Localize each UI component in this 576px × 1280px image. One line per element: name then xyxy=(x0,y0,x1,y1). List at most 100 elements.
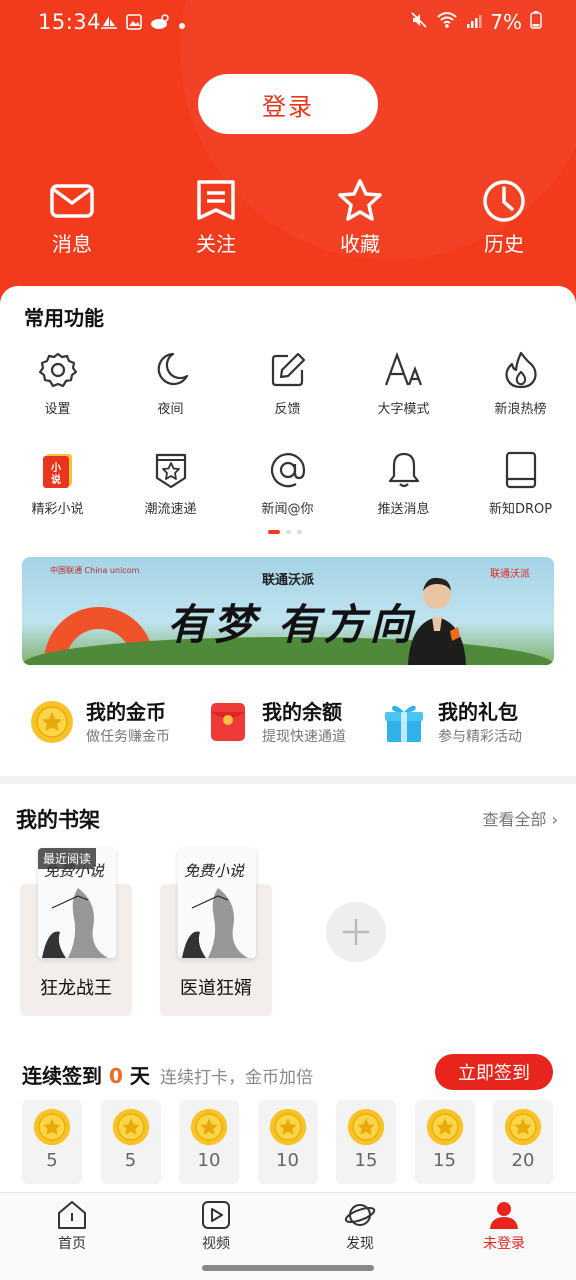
recent-read-badge: 最近阅读 xyxy=(38,848,97,869)
action-label: 收藏 xyxy=(340,232,380,256)
bookshelf-title: 我的书架 xyxy=(16,808,100,832)
book-name: 医道狂婿 xyxy=(180,978,252,999)
func-hot-list[interactable]: 新浪热榜 xyxy=(463,350,576,417)
wallet-subtitle: 参与精彩活动 xyxy=(438,729,522,745)
font-size-icon xyxy=(384,350,424,390)
action-label: 关注 xyxy=(196,232,236,256)
signin-days: 0 xyxy=(108,1064,123,1088)
func-label: 设置 xyxy=(44,402,71,417)
view-all-link[interactable]: 查看全部 › xyxy=(482,806,558,830)
promo-banner[interactable]: 中国联通 China unicom 联通沃派 联通沃派 有梦 有方向 xyxy=(22,557,554,665)
svg-text:说: 说 xyxy=(51,473,61,486)
nav-label: 视频 xyxy=(202,1236,230,1252)
novel-book-icon: 小说 xyxy=(38,450,78,490)
wifi-icon xyxy=(436,10,458,34)
signin-reward-value: 15 xyxy=(354,1150,378,1171)
page-indicator xyxy=(268,530,302,534)
clock-icon xyxy=(481,178,527,224)
bookshelf-card: 我的书架 查看全部 › 免费小说 最近阅读 狂龙战王 免费小说 医道狂婿 连续签… xyxy=(0,784,576,1192)
nav-video[interactable]: 视频 xyxy=(176,1199,256,1253)
action-favorites[interactable]: 收藏 xyxy=(310,178,410,257)
status-bar: 15:34 7% xyxy=(0,0,576,48)
cover-text: 免费小说 xyxy=(184,862,245,880)
home-icon xyxy=(56,1199,88,1231)
flame-icon xyxy=(501,350,541,390)
func-label: 推送消息 xyxy=(377,502,430,517)
nav-label: 未登录 xyxy=(483,1236,525,1252)
action-history[interactable]: 历史 xyxy=(454,178,554,257)
nav-home[interactable]: 首页 xyxy=(32,1199,112,1253)
func-drop[interactable]: 新知DROP xyxy=(463,450,576,517)
signin-day: 15 xyxy=(336,1100,396,1184)
bookmark-list-icon xyxy=(193,178,239,224)
action-follow[interactable]: 关注 xyxy=(166,178,266,257)
user-icon xyxy=(488,1199,520,1231)
banner-title: 有梦 有方向 xyxy=(167,600,416,649)
page-dot xyxy=(286,530,291,534)
func-night-mode[interactable]: 夜间 xyxy=(113,350,228,417)
view-all-label: 查看全部 xyxy=(482,810,547,829)
signin-note: 连续打卡，金币加倍 xyxy=(160,1068,313,1088)
func-label: 新知DROP xyxy=(488,502,553,517)
action-label: 消息 xyxy=(52,232,92,256)
signin-reward-value: 10 xyxy=(276,1150,299,1171)
signin-day: 10 xyxy=(179,1100,239,1184)
signin-reward-value: 5 xyxy=(124,1150,137,1171)
chevron-right-icon: › xyxy=(551,810,558,829)
action-messages[interactable]: 消息 xyxy=(22,178,122,257)
gear-icon xyxy=(38,350,78,390)
home-indicator[interactable] xyxy=(202,1265,374,1271)
func-label: 大字模式 xyxy=(377,402,430,417)
gold-coin-icon xyxy=(190,1108,228,1146)
func-trends[interactable]: 潮流速递 xyxy=(113,450,228,517)
profile-header: 15:34 7% 登录 消息 关注 收藏 历史 xyxy=(0,0,576,310)
gold-coin-icon xyxy=(30,700,74,744)
star-icon xyxy=(337,178,383,224)
wallet-title: 我的金币 xyxy=(86,700,166,724)
signin-prefix: 连续签到 xyxy=(22,1064,102,1088)
func-push-messages[interactable]: 推送消息 xyxy=(346,450,461,517)
signin-reward-value: 15 xyxy=(433,1150,456,1171)
nav-discover[interactable]: 发现 xyxy=(320,1199,400,1253)
wallet-title: 我的礼包 xyxy=(438,700,518,724)
mute-icon xyxy=(410,10,428,34)
signin-button[interactable]: 立即签到 xyxy=(435,1054,553,1090)
banner-logo-right: 联通沃派 xyxy=(490,569,530,580)
plus-icon xyxy=(343,919,369,945)
at-icon xyxy=(268,450,308,490)
wallet-title: 我的余额 xyxy=(262,700,342,724)
nav-profile[interactable]: 未登录 xyxy=(464,1199,544,1253)
book-name: 狂龙战王 xyxy=(40,978,112,999)
add-book-button[interactable] xyxy=(326,902,386,962)
status-time: 15:34 xyxy=(38,10,102,34)
planet-icon xyxy=(344,1199,376,1231)
weibo-icon xyxy=(150,14,170,34)
gold-coin-icon xyxy=(426,1108,464,1146)
book-cover: 免费小说 xyxy=(178,848,256,958)
mail-icon xyxy=(49,178,95,224)
func-large-font[interactable]: 大字模式 xyxy=(346,350,461,417)
signin-day: 20 xyxy=(493,1100,553,1184)
dot-icon xyxy=(178,15,186,34)
sailboat-icon xyxy=(100,14,118,34)
login-button[interactable]: 登录 xyxy=(198,74,378,134)
banner-person-image xyxy=(408,577,466,665)
gold-coin-icon xyxy=(269,1108,307,1146)
signin-day: 10 xyxy=(257,1100,318,1184)
page-dot xyxy=(297,530,302,534)
signal-icon xyxy=(466,10,482,34)
edit-icon xyxy=(268,350,308,390)
notification-icons xyxy=(100,14,186,34)
play-icon xyxy=(200,1199,232,1231)
func-label: 潮流速递 xyxy=(144,502,197,517)
book-item[interactable]: 免费小说 医道狂婿 xyxy=(160,848,272,1016)
func-settings[interactable]: 设置 xyxy=(0,350,115,417)
func-feedback[interactable]: 反馈 xyxy=(230,350,345,417)
func-label: 反馈 xyxy=(274,402,301,417)
action-label: 历史 xyxy=(484,232,524,256)
func-news-at-you[interactable]: 新闻@你 xyxy=(230,450,345,517)
book-item[interactable]: 免费小说 最近阅读 狂龙战王 xyxy=(20,848,132,1016)
func-novels[interactable]: 小说 精彩小说 xyxy=(0,450,115,517)
signin-title: 连续签到 0 天 xyxy=(22,1060,150,1089)
wallet-subtitle: 做任务赚金币 xyxy=(86,729,170,745)
